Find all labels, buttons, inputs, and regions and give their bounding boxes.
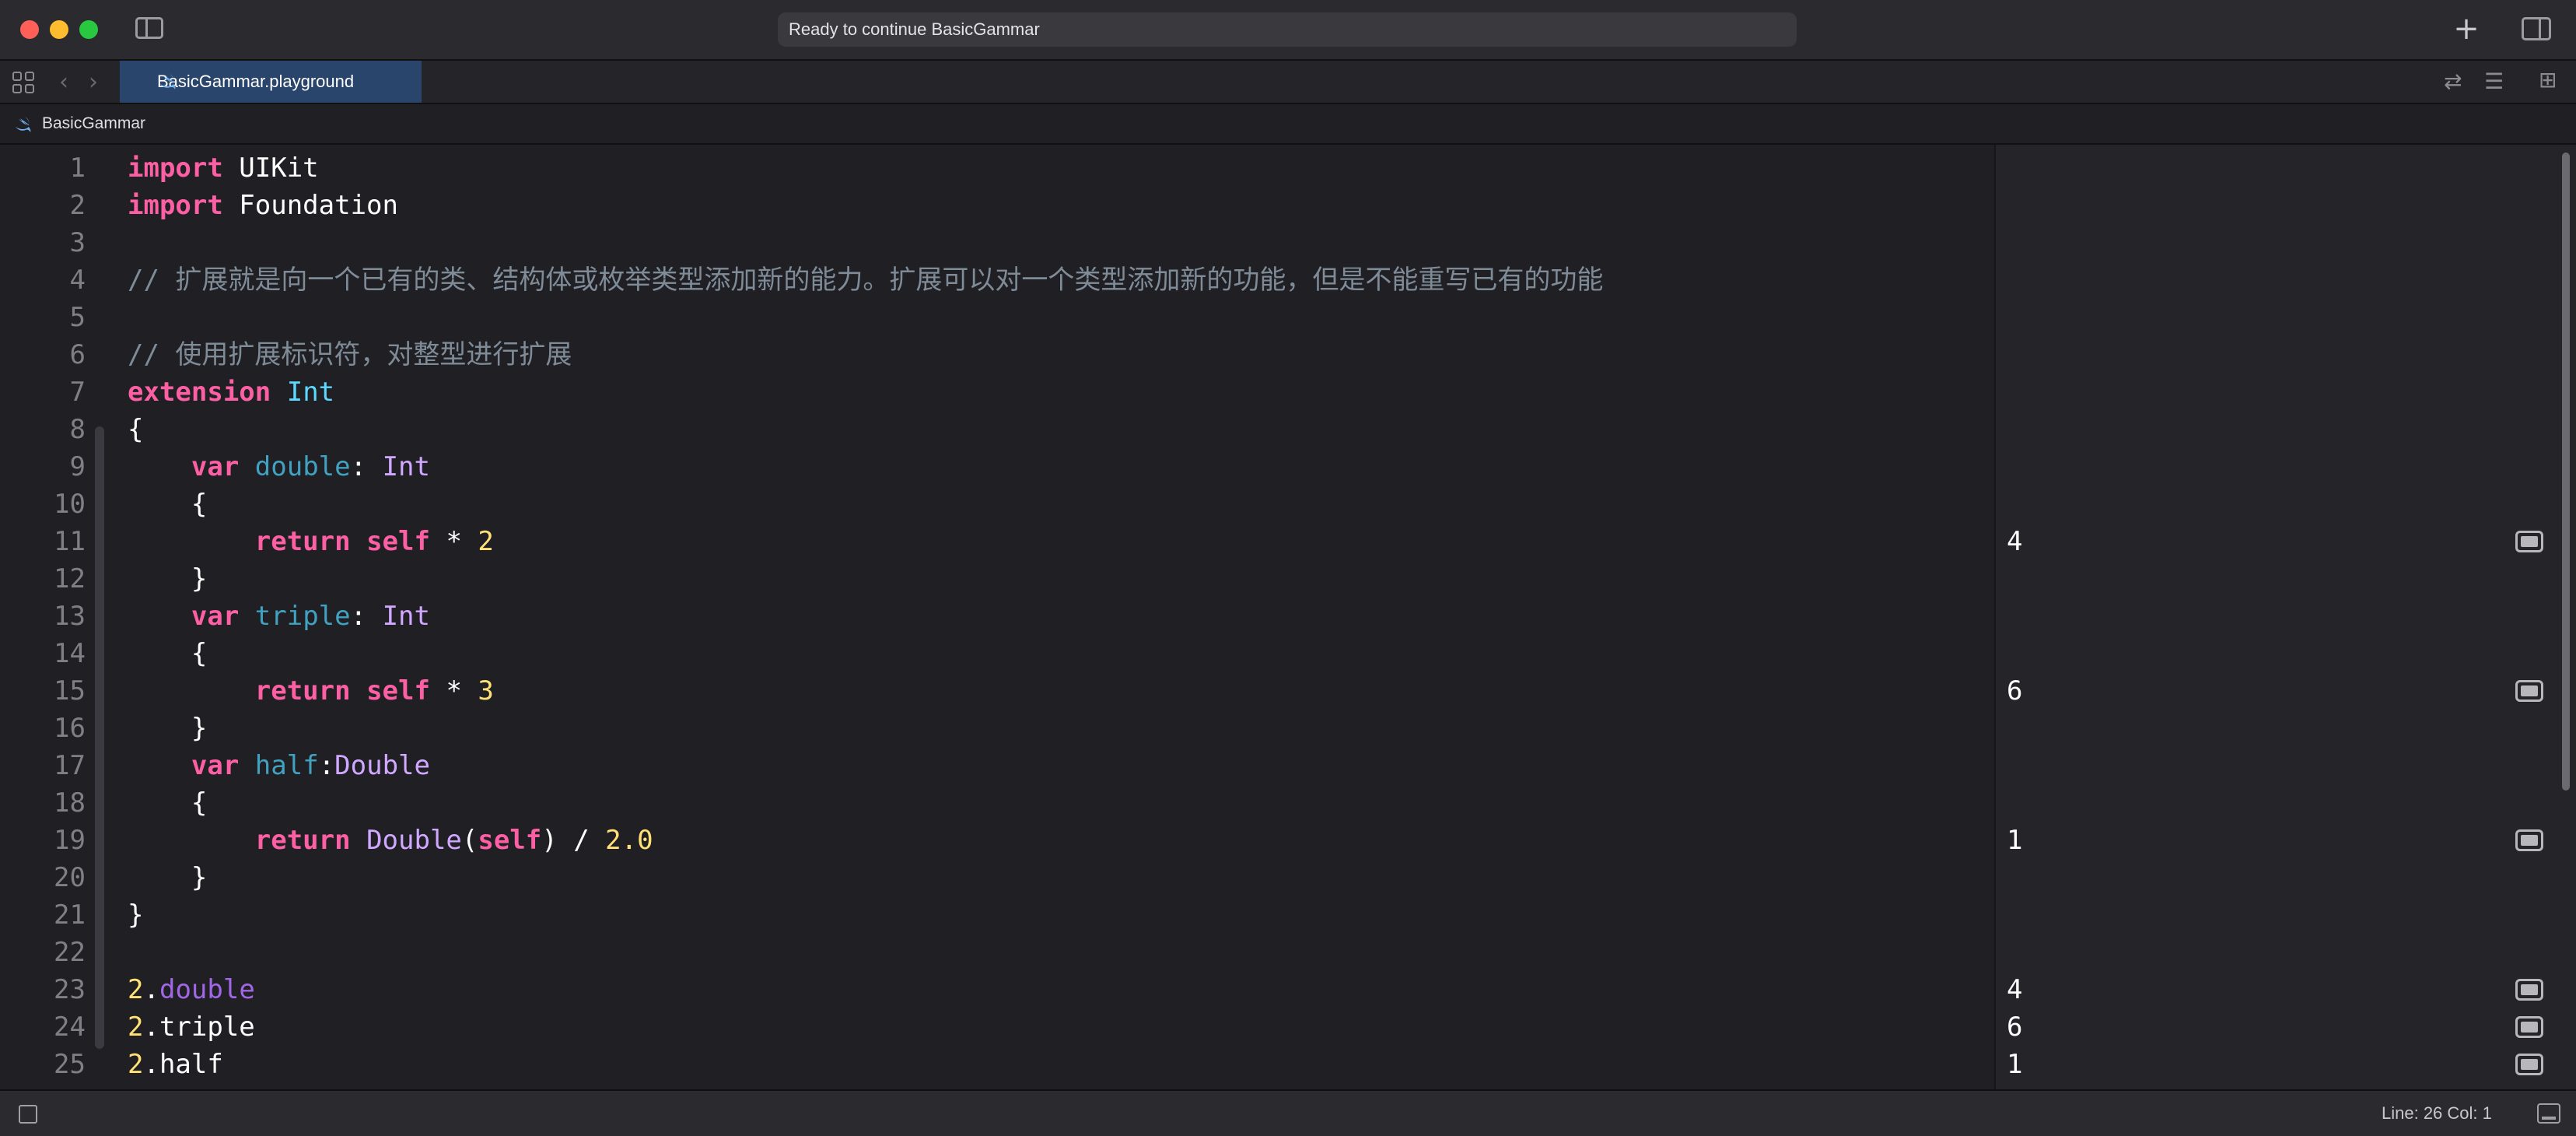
result-row: 4 xyxy=(1996,971,2576,1008)
code-line: 10 { xyxy=(54,489,208,520)
quick-look-icon[interactable] xyxy=(2515,979,2543,1001)
result-value: 1 xyxy=(2007,1049,2023,1080)
result-row: 6 xyxy=(1996,1008,2576,1046)
result-value: 1 xyxy=(2007,825,2023,856)
tab-basicgammar-playground[interactable]: BasicGammar.playground xyxy=(120,61,422,103)
cursor-position: Line: 26 Col: 1 xyxy=(2382,1103,2492,1123)
maximize-window-button[interactable] xyxy=(79,20,98,39)
code-line: 7 extension Int xyxy=(69,377,335,408)
code-line: 6// 使用扩展标识符，对整型进行扩展 xyxy=(69,339,572,370)
sidebar-toggle-icon[interactable] xyxy=(135,17,163,39)
code-line: 8{ xyxy=(69,414,144,445)
quick-look-icon[interactable] xyxy=(2515,531,2543,552)
result-row: 6 xyxy=(1996,672,2576,710)
swift-icon xyxy=(160,74,176,89)
scrollbar-thumb[interactable] xyxy=(2562,153,2570,791)
debug-area-icon[interactable] xyxy=(2537,1103,2560,1124)
code-line: 16 } xyxy=(54,713,208,744)
results-sidebar: 4 6 1 4 6 1 xyxy=(1994,145,2576,1089)
code-line: 14 { xyxy=(54,638,208,669)
code-line: 2 import Foundation xyxy=(69,190,398,221)
editor-options-icon[interactable]: ☰ xyxy=(2484,68,2504,94)
inspector-toggle-icon[interactable] xyxy=(2522,17,2551,40)
activity-status: Ready to continue BasicGammar xyxy=(778,12,1797,47)
code-line: 9 var double: Int xyxy=(69,451,430,482)
quick-look-icon[interactable] xyxy=(2515,829,2543,851)
quick-look-icon[interactable] xyxy=(2515,1054,2543,1075)
breadcrumb: BasicGammar xyxy=(0,104,2576,145)
status-bar: Line: 26 Col: 1 xyxy=(0,1089,2576,1136)
scrollbar[interactable] xyxy=(2559,145,2573,1089)
breadcrumb-item-basicgammar[interactable]: BasicGammar xyxy=(42,104,145,143)
code-line: 1 import UIKit xyxy=(69,153,319,184)
related-items-icon[interactable]: ⇄ xyxy=(2444,68,2462,94)
code-line: 17 var half:Double xyxy=(54,750,430,781)
close-window-button[interactable] xyxy=(20,20,39,39)
back-arrow-icon[interactable]: ‹ xyxy=(59,68,68,96)
code-line: 11 return self * 2 xyxy=(54,526,494,557)
console-toggle-icon[interactable] xyxy=(19,1105,37,1124)
result-value: 6 xyxy=(2007,675,2023,706)
quick-look-icon[interactable] xyxy=(2515,1016,2543,1038)
code-line: 23 2.double xyxy=(54,974,255,1005)
code-line: 19 return Double(self) / 2.0 xyxy=(54,825,653,856)
result-value: 4 xyxy=(2007,974,2023,1005)
result-row: 1 xyxy=(1996,822,2576,859)
quick-look-icon[interactable] xyxy=(2515,680,2543,702)
code-line: 22 xyxy=(54,937,86,968)
code-line: 3 xyxy=(69,227,86,258)
code-line: 18 { xyxy=(54,787,208,819)
result-value: 6 xyxy=(2007,1012,2023,1043)
title-bar: Ready to continue BasicGammar + xyxy=(0,0,2576,61)
tab-label: BasicGammar.playground xyxy=(157,72,355,91)
code-line: 12 } xyxy=(54,563,208,594)
code-line: 13 var triple: Int xyxy=(54,601,430,632)
result-row: 4 xyxy=(1996,523,2576,560)
minimize-window-button[interactable] xyxy=(50,20,68,39)
add-editor-icon[interactable]: ⊞ xyxy=(2539,67,2557,93)
forward-arrow-icon[interactable]: › xyxy=(89,68,98,96)
code-line: 4// 扩展就是向一个已有的类、结构体或枚举类型添加新的能力。扩展可以对一个类型… xyxy=(69,265,1604,296)
code-editor[interactable]: 1 import UIKit 2 import Foundation 3 4// 扩… xyxy=(0,145,1994,1089)
code-line: 25 2.half xyxy=(54,1049,223,1080)
result-value: 4 xyxy=(2007,526,2023,557)
grid-icon[interactable] xyxy=(12,72,34,93)
swift-icon xyxy=(16,117,31,132)
code-line: 5 xyxy=(69,302,86,333)
code-line: 15 return self * 3 xyxy=(54,675,494,706)
code-line: 20 } xyxy=(54,862,208,893)
tab-bar: ‹ › BasicGammar.playground ⇄ ☰ ⊞ xyxy=(0,61,2576,104)
code-line: 21} xyxy=(54,899,144,931)
code-line: 24 2.triple xyxy=(54,1012,255,1043)
plus-icon[interactable]: + xyxy=(2453,11,2480,47)
result-row: 1 xyxy=(1996,1046,2576,1083)
